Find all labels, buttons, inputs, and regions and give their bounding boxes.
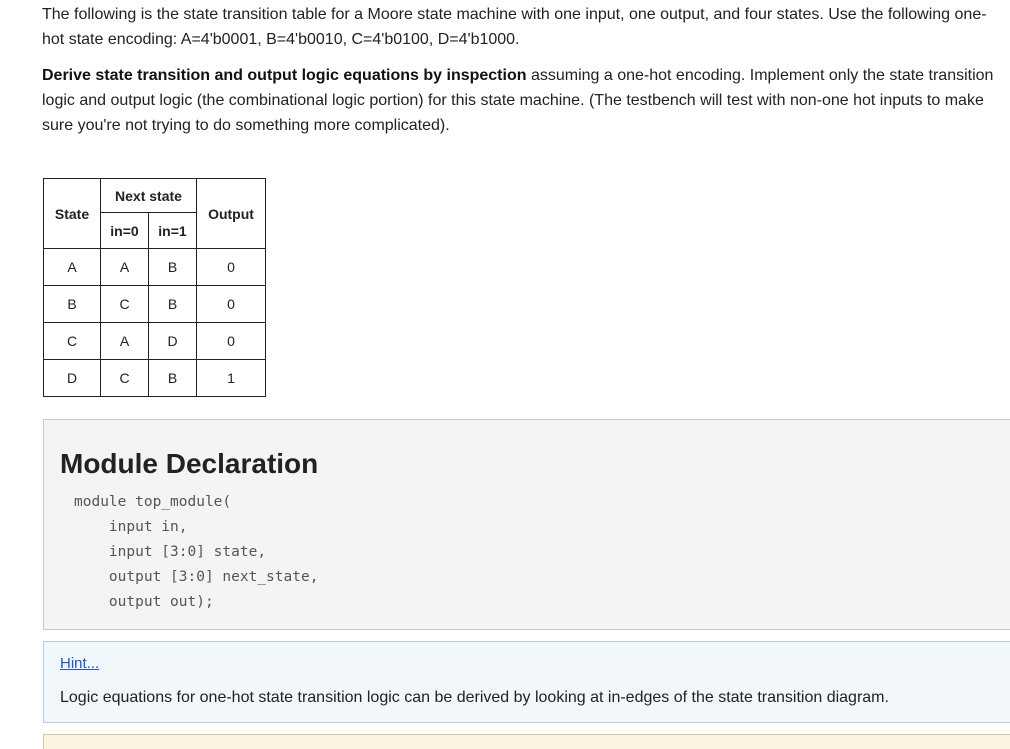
cell-in0: C xyxy=(100,359,149,397)
hint-link[interactable]: Hint... xyxy=(60,655,99,672)
cell-output: 0 xyxy=(196,322,266,360)
cell-in1: B xyxy=(148,359,197,397)
table-row: A A B 0 xyxy=(43,248,266,286)
cell-output: 0 xyxy=(196,285,266,323)
cell-in1: B xyxy=(148,248,197,286)
problem-page: The following is the state transition ta… xyxy=(0,0,1010,749)
cell-state: B xyxy=(43,285,101,323)
task-bold-text: Derive state transition and output logic… xyxy=(42,67,527,84)
hint-text: Logic equations for one-hot state transi… xyxy=(60,689,889,706)
cell-state: D xyxy=(43,359,101,397)
hint-box: Hint... Logic equations for one-hot stat… xyxy=(43,641,1010,723)
cell-in0: A xyxy=(100,322,149,360)
cell-in1: D xyxy=(148,322,197,360)
header-output: Output xyxy=(196,178,266,249)
task-paragraph: Derive state transition and output logic… xyxy=(42,63,1002,138)
table-row: C A D 0 xyxy=(43,322,266,360)
cell-in0: A xyxy=(100,248,149,286)
next-section-box xyxy=(43,734,1010,749)
module-declaration-heading: Module Declaration xyxy=(60,448,319,479)
module-code: module top_module( input in, input [3:0]… xyxy=(74,494,319,610)
cell-output: 0 xyxy=(196,248,266,286)
cell-in0: C xyxy=(100,285,149,323)
header-next-state: Next state xyxy=(100,178,197,213)
state-transition-table: State Next state Output in=0 in=1 A A B … xyxy=(43,178,266,397)
module-declaration-box: Module Declaration module top_module( in… xyxy=(43,419,1010,630)
intro-paragraph: The following is the state transition ta… xyxy=(42,6,987,48)
table-row: D C B 1 xyxy=(43,359,266,397)
cell-output: 1 xyxy=(196,359,266,397)
header-in1: in=1 xyxy=(148,212,197,249)
header-state: State xyxy=(43,178,101,249)
cell-state: C xyxy=(43,322,101,360)
cell-in1: B xyxy=(148,285,197,323)
cell-state: A xyxy=(43,248,101,286)
table-row: B C B 0 xyxy=(43,285,266,323)
header-in0: in=0 xyxy=(100,212,149,249)
